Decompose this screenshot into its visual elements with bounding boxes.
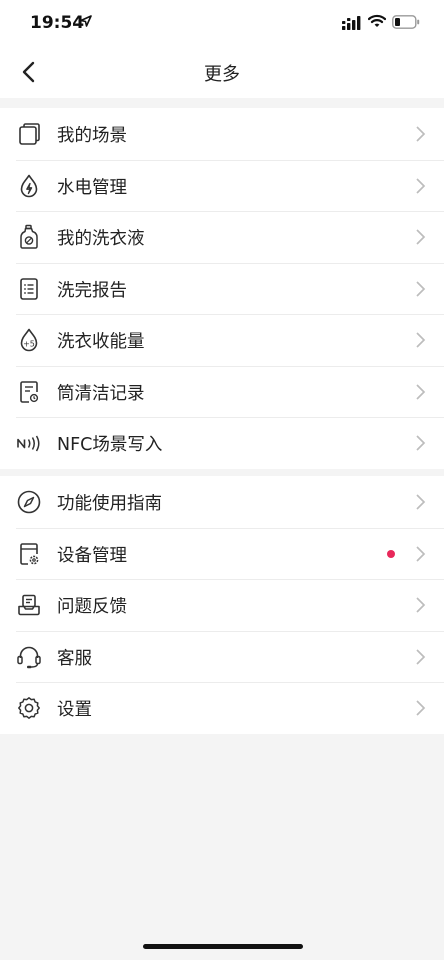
chevron-right-icon [416,700,426,716]
menu-item-my-scenes[interactable]: 我的场景 [0,108,444,160]
chevron-right-icon [416,494,426,510]
location-arrow-icon [80,15,92,27]
menu-item-customer-service[interactable]: 客服 [0,630,444,683]
drum-clean-record-icon [20,380,39,403]
cellular-signal-icon [342,16,361,30]
menu-group-features: 我的场景 水电管理 我的洗衣液 洗完报告 +5 洗衣收能量 筒清洁记录 NFC场… [0,108,444,469]
menu-item-label: 洗完报告 [57,280,127,301]
menu-item-label: 问题反馈 [57,597,127,617]
menu-item-label: 洗衣收能量 [57,332,145,352]
menu-item-label: NFC场景写入 [57,435,163,455]
chevron-right-icon [416,383,426,400]
headset-icon [17,646,41,668]
menu-item-feedback[interactable]: 问题反馈 [0,579,444,631]
home-indicator[interactable] [143,944,303,949]
status-time: 19:54 [30,13,85,33]
menu-item-nfc-scene-write[interactable]: NFC场景写入 [0,417,444,469]
svg-text:+5: +5 [23,340,35,349]
notification-badge [387,549,395,558]
status-bar: 19:54 [0,0,444,48]
nfc-icon [17,435,40,452]
menu-item-feature-guide[interactable]: 功能使用指南 [0,476,444,528]
menu-item-label: 设备管理 [57,545,127,566]
menu-item-label: 客服 [57,648,92,669]
chevron-right-icon [416,545,426,562]
water-power-icon [20,174,38,197]
menu-item-device-management[interactable]: 设备管理 [0,527,444,580]
menu-item-label: 设置 [57,700,92,720]
menu-item-drum-clean-record[interactable]: 筒清洁记录 [0,365,444,418]
chevron-right-icon [416,177,426,194]
menu-group-service: 功能使用指南 设备管理 问题反馈 客服 设置 [0,476,444,734]
menu-item-water-power[interactable]: 水电管理 [0,159,444,212]
menu-item-my-detergent[interactable]: 我的洗衣液 [0,211,444,263]
chevron-right-icon [416,435,426,451]
chevron-right-icon [416,332,426,348]
menu-item-label: 我的场景 [57,126,127,146]
gear-icon [18,697,40,719]
menu-item-wash-energy[interactable]: +5 洗衣收能量 [0,314,444,366]
page-title: 更多 [204,64,240,85]
menu-item-label: 筒清洁记录 [57,383,145,404]
energy-drop-icon: +5 [20,328,38,352]
top-bar: 19:54 更多 [0,0,444,98]
battery-icon [392,15,420,29]
menu-item-label: 功能使用指南 [57,494,162,514]
chevron-right-icon [416,126,426,142]
menu-item-wash-report[interactable]: 洗完报告 [0,262,444,315]
chevron-right-icon [416,229,426,245]
navigation-bar: 更多 [0,48,444,98]
wifi-icon [368,14,386,27]
menu-item-label: 我的洗衣液 [57,229,145,249]
detergent-icon [20,224,38,249]
menu-item-settings[interactable]: 设置 [0,682,444,734]
chevron-right-icon [416,597,426,613]
report-icon [20,277,38,300]
compass-icon [17,490,41,514]
feedback-tray-icon [18,594,40,616]
chevron-right-icon [416,280,426,297]
scene-icon [19,123,40,145]
chevron-right-icon [416,648,426,665]
menu-item-label: 水电管理 [57,177,127,198]
device-settings-icon [20,542,39,565]
